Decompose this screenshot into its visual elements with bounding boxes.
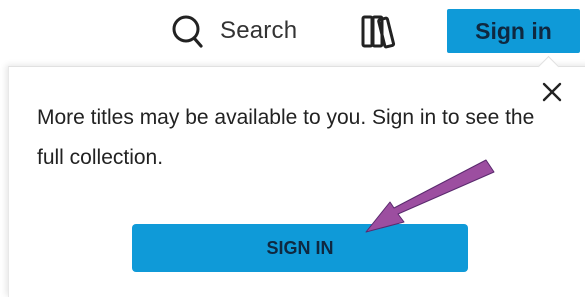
popup-message: More titles may be available to you. Sig… <box>37 106 535 169</box>
library-button[interactable] <box>360 13 402 49</box>
popup-sign-in-button[interactable]: SIGN IN <box>132 224 468 272</box>
library-books-icon <box>360 13 402 49</box>
top-navigation-bar: Search Sign in <box>0 0 585 62</box>
search-label: Search <box>220 17 298 44</box>
header-sign-in-button[interactable]: Sign in <box>447 9 580 53</box>
search-icon <box>170 13 206 49</box>
search-button[interactable]: Search <box>170 8 297 54</box>
